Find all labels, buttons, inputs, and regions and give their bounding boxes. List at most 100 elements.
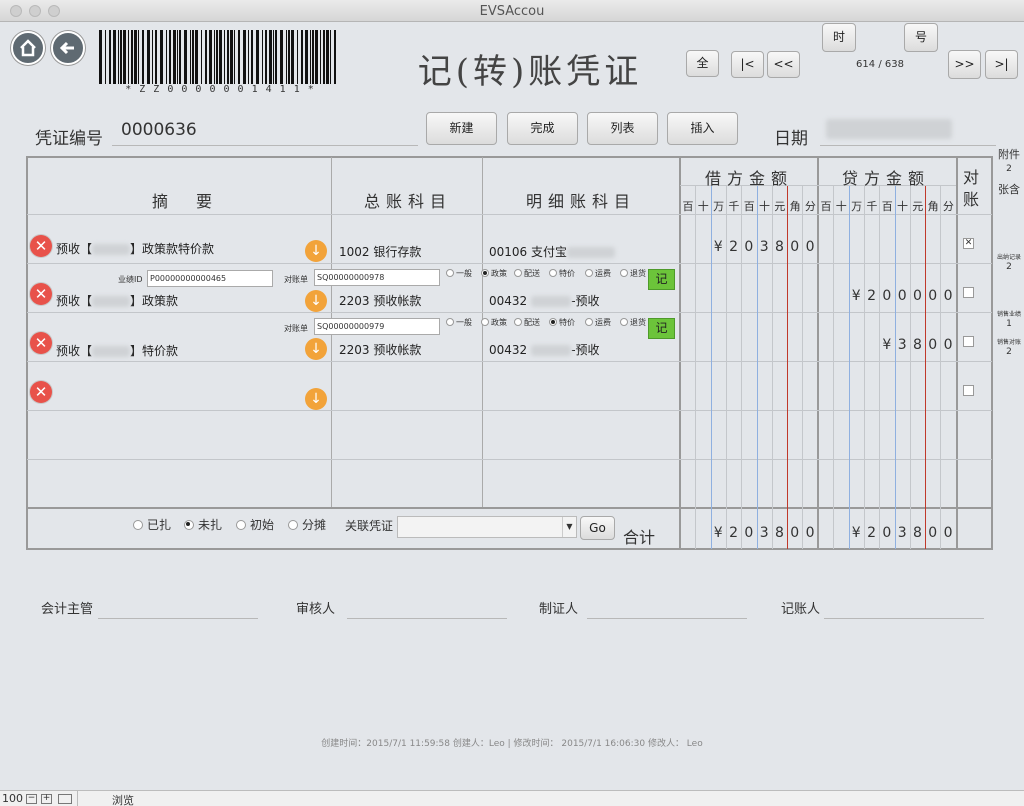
credit-digit-unit: 十	[835, 200, 847, 213]
preparer-field[interactable]	[587, 601, 747, 619]
amount-digit: 8	[912, 337, 922, 353]
supervisor-field[interactable]	[98, 601, 258, 619]
amount-digit: 0	[882, 525, 892, 541]
row-3-summary[interactable]: 预收【 】特价款	[56, 342, 178, 359]
attachment-unit: 张含	[998, 183, 1020, 196]
toggle-toolbar-icon[interactable]	[58, 794, 72, 804]
zoom-out-icon[interactable]: −	[26, 794, 37, 804]
status-radio-初始[interactable]	[236, 520, 246, 530]
delete-row-4-button[interactable]: ✕	[30, 381, 52, 403]
perf-id-input[interactable]: P00000000000465	[147, 270, 273, 287]
option-radio-配送[interactable]	[514, 318, 522, 326]
amount-digit: 8	[774, 525, 784, 541]
first-record-button[interactable]: |<	[731, 51, 764, 78]
status-radio-已扎[interactable]	[133, 520, 143, 530]
row-3-dropdown-arrow-icon[interactable]: ↓	[305, 338, 327, 360]
row-3-detail[interactable]: 00432 -预收	[489, 341, 600, 358]
debit-digit-unit: 元	[774, 200, 786, 213]
amount-digit: ¥	[882, 337, 892, 353]
row-1-debit-amount[interactable]: ¥2 0 3 8 0 0	[680, 239, 818, 259]
zoom-in-icon[interactable]: +	[41, 794, 52, 804]
row-4-reconcile-checkbox[interactable]	[963, 385, 974, 396]
option-radio-运费[interactable]	[585, 269, 593, 277]
row-1-detail[interactable]: 00106 支付宝	[489, 243, 615, 260]
bookkeeper-field[interactable]	[824, 601, 984, 619]
amount-digit: 2	[729, 525, 738, 541]
date-redacted	[826, 119, 952, 139]
amount-digit: 0	[943, 288, 953, 304]
amount-digit: 0	[805, 239, 815, 255]
home-button[interactable]	[11, 31, 45, 65]
delete-row-1-button[interactable]: ✕	[30, 235, 52, 257]
credit-digit-unit: 百	[820, 200, 832, 213]
linked-voucher-select[interactable]: ▼	[397, 516, 577, 538]
amount-digit: 3	[897, 525, 907, 541]
option-radio-运费[interactable]	[585, 318, 593, 326]
row-2-reconcile-checkbox[interactable]	[963, 287, 974, 298]
sort-by-time-button[interactable]: 时	[822, 23, 856, 52]
amount-digit: 3	[759, 239, 769, 255]
row-4-dropdown-arrow-icon[interactable]: ↓	[305, 388, 327, 410]
row-3-reconcile-checkbox[interactable]	[963, 336, 974, 347]
sort-by-number-button[interactable]: 号	[904, 23, 938, 52]
amount-digit: 8	[912, 525, 922, 541]
row-1-ledger[interactable]: 1002 银行存款	[339, 243, 421, 260]
perf-id-label: 业绩ID	[118, 275, 143, 284]
row-1-summary[interactable]: 预收【 】政策款特价款	[56, 240, 214, 257]
recon-input-1[interactable]: SQ00000000978	[314, 269, 440, 286]
debit-digit-unit: 十	[759, 200, 770, 213]
insert-button[interactable]: 插入	[667, 112, 738, 145]
status-label: 未扎	[198, 518, 223, 532]
previous-record-button[interactable]: <<	[767, 51, 800, 78]
voucher-number-field[interactable]: 0000636	[112, 118, 418, 146]
option-radio-退货[interactable]	[620, 318, 628, 326]
row-2-credit-amount[interactable]: ¥2 0 0 0 0 0	[818, 288, 956, 308]
barcode-image	[99, 30, 336, 84]
option-radio-政策[interactable]	[481, 318, 489, 326]
zoom-level[interactable]: 100	[2, 792, 23, 805]
option-radio-一般[interactable]	[446, 318, 454, 326]
option-radio-政策[interactable]	[481, 269, 489, 277]
delete-row-2-button[interactable]: ✕	[30, 283, 52, 305]
total-debit-amount: ¥2 0 3 8 0 0	[680, 525, 818, 545]
delete-row-3-button[interactable]: ✕	[30, 332, 52, 354]
outbound-record-count[interactable]: 2	[996, 262, 1022, 272]
row-2-detail[interactable]: 00432 -预收	[489, 292, 600, 309]
amount-digit: 0	[790, 525, 800, 541]
row-3-credit-amount[interactable]: ¥3 8 0 0	[818, 337, 956, 357]
row-1-reconcile-checkbox[interactable]: ✕	[963, 238, 974, 249]
recon-input-2[interactable]: SQ00000000979	[314, 318, 440, 335]
row-2-summary[interactable]: 预收【 】政策款	[56, 292, 178, 309]
option-radio-配送[interactable]	[514, 269, 522, 277]
status-radio-分摊[interactable]	[288, 520, 298, 530]
row-3-ledger[interactable]: 2203 预收帐款	[339, 341, 421, 358]
sales-performance-count[interactable]: 1	[996, 319, 1022, 329]
record-button-1[interactable]: 记	[648, 269, 675, 290]
sales-performance-label: 销售业绩	[996, 311, 1021, 318]
sales-reconcile-count[interactable]: 2	[996, 347, 1022, 357]
back-button[interactable]	[51, 31, 85, 65]
barcode-text: * Z Z 0 0 0 0 0 0 1 4 1 1 *	[125, 84, 315, 95]
row-2-dropdown-arrow-icon[interactable]: ↓	[305, 290, 327, 312]
option-radio-特价[interactable]	[549, 318, 557, 326]
next-record-button[interactable]: >>	[948, 50, 981, 79]
select-all-button[interactable]: 全	[686, 50, 719, 77]
status-radio-未扎[interactable]	[184, 520, 194, 530]
attachment-count[interactable]: 2	[996, 164, 1022, 174]
amount-digit: 2	[729, 239, 738, 255]
row-1-dropdown-arrow-icon[interactable]: ↓	[305, 240, 327, 262]
complete-button[interactable]: 完成	[507, 112, 578, 145]
option-radio-一般[interactable]	[446, 269, 454, 277]
voucher-number-label: 凭证编号	[35, 129, 103, 149]
go-button[interactable]: Go	[580, 516, 615, 540]
reviewer-field[interactable]	[347, 601, 507, 619]
row-2-ledger[interactable]: 2203 预收帐款	[339, 292, 421, 309]
option-radio-特价[interactable]	[549, 269, 557, 277]
last-record-button[interactable]: >|	[985, 50, 1018, 79]
date-field[interactable]	[820, 116, 996, 146]
record-button-2[interactable]: 记	[648, 318, 675, 339]
credit-digit-unit: 十	[897, 200, 908, 213]
new-voucher-button[interactable]: 新建	[426, 112, 497, 145]
list-button[interactable]: 列表	[587, 112, 658, 145]
option-radio-退货[interactable]	[620, 269, 628, 277]
